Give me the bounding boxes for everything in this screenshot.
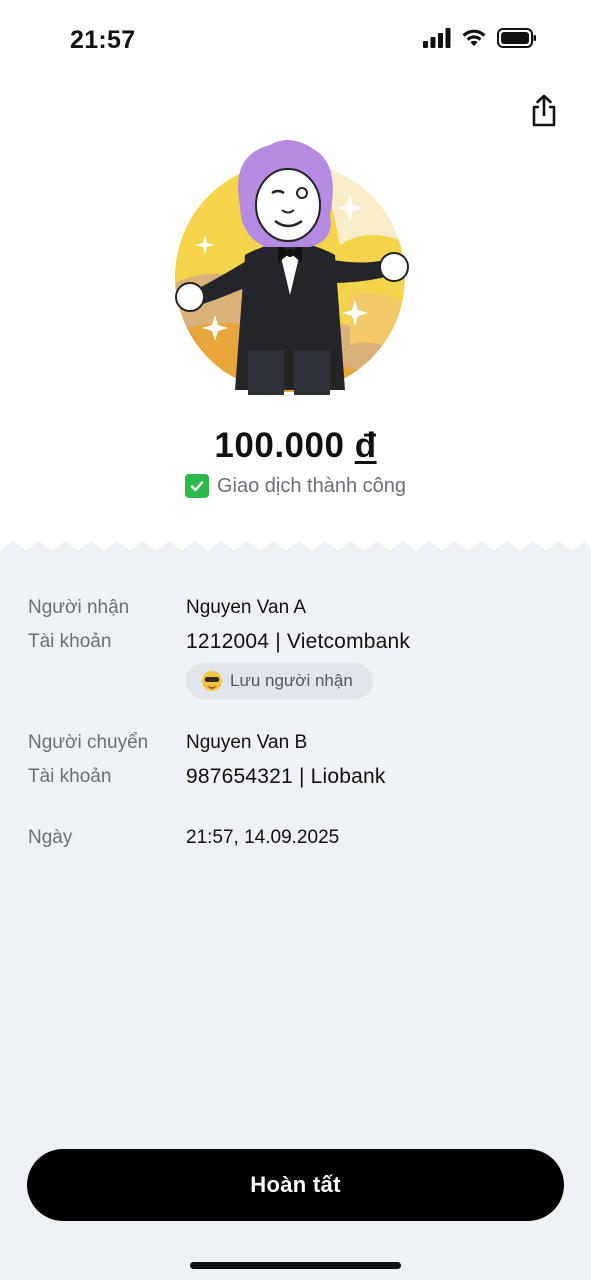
recipient-name: Nguyen Van A	[186, 597, 307, 618]
save-recipient-button[interactable]: Lưu người nhận	[186, 663, 373, 699]
transaction-status: Giao dịch thành công	[0, 474, 591, 498]
status-time: 21:57	[70, 26, 136, 54]
sender-name: Nguyen Van B	[186, 732, 308, 753]
date-label: Ngày	[28, 827, 73, 848]
save-recipient-label: Lưu người nhận	[230, 671, 353, 690]
share-icon	[532, 94, 556, 127]
status-bar: 21:57	[0, 0, 591, 80]
amount-value: 100.000	[214, 426, 345, 465]
zigzag-divider	[0, 539, 591, 551]
battery-icon	[497, 28, 536, 48]
sunglasses-emoji-icon	[202, 671, 222, 691]
status-text: Giao dịch thành công	[216, 474, 407, 497]
done-button[interactable]: Hoàn tất	[27, 1149, 564, 1221]
recipient-account-label: Tài khoản	[28, 631, 112, 652]
sender-account: 987654321 | Liobank	[186, 765, 386, 788]
recipient-name-label: Người nhận	[28, 597, 130, 618]
sender-account-label: Tài khoản	[28, 766, 112, 787]
sender-name-label: Người chuyển	[28, 732, 149, 753]
wifi-icon	[462, 29, 486, 46]
home-indicator	[190, 1262, 401, 1269]
status-icons	[423, 28, 537, 48]
date-value: 21:57, 14.09.2025	[186, 827, 340, 848]
mascot-illustration	[170, 135, 420, 395]
share-button[interactable]	[527, 92, 561, 130]
signal-icon	[423, 28, 451, 48]
amount-currency: đ	[354, 426, 377, 465]
recipient-account: 1212004 | Vietcombank	[186, 630, 411, 653]
transaction-amount: 100.000 đ	[0, 426, 591, 466]
check-icon	[184, 474, 209, 498]
